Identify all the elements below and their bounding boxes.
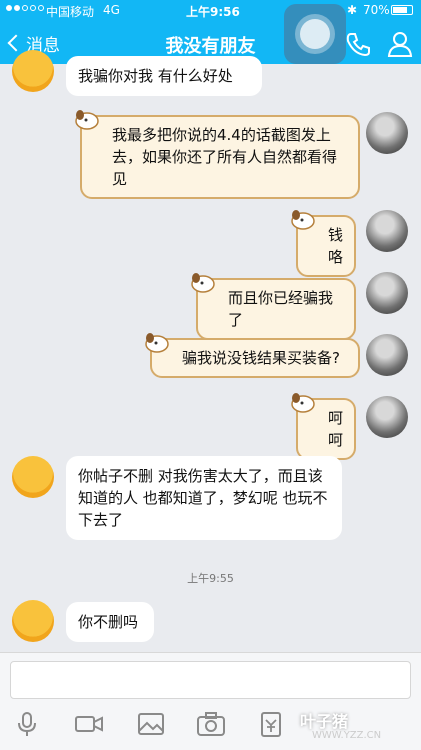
avatar[interactable]	[366, 112, 408, 154]
message-bubble[interactable]: 我最多把你说的4.4的话截图发上去，如果你还了所有人自然都看得见	[75, 110, 360, 199]
message-bubble[interactable]: 你不删吗	[66, 602, 154, 642]
dog-sticker-icon	[291, 393, 315, 413]
avatar[interactable]	[12, 50, 54, 92]
message-text: 而且你已经骗我了	[228, 289, 334, 329]
avatar[interactable]	[12, 456, 54, 498]
message-bubble[interactable]: 钱咯	[291, 210, 356, 277]
message-text: 骗我说没钱结果买装备?	[182, 349, 340, 367]
microphone-icon[interactable]	[12, 711, 42, 737]
phone-icon[interactable]	[344, 30, 372, 58]
camera-icon[interactable]	[196, 711, 226, 737]
message-bubble[interactable]: 骗我说没钱结果买装备?	[145, 333, 360, 378]
dog-sticker-icon	[145, 333, 169, 353]
avatar[interactable]	[366, 396, 408, 438]
message-bubble[interactable]: 而且你已经骗我了	[191, 273, 356, 340]
network-label: 4G	[103, 3, 120, 17]
carrier-label: 中国移动	[46, 5, 95, 19]
message-text: 钱咯	[328, 226, 344, 266]
avatar[interactable]	[366, 210, 408, 252]
user-profile-icon[interactable]	[386, 30, 414, 58]
status-time: 上午9:56	[186, 5, 240, 19]
status-bar: 中国移动 4G 上午9:56 ✱ 70%	[0, 0, 421, 22]
red-packet-icon[interactable]	[256, 711, 286, 737]
image-icon[interactable]	[136, 711, 166, 737]
dog-sticker-icon	[75, 110, 99, 130]
video-call-icon[interactable]	[74, 711, 104, 737]
message-text: 呵呵	[328, 409, 344, 449]
message-bubble[interactable]: 你帖子不删 对我伤害太大了，而且该知道的人 也都知道了，梦幻呢 也玩不下去了	[66, 456, 342, 540]
signal-icon	[6, 5, 44, 11]
battery-percent: 70%	[363, 3, 390, 17]
navigation-bar: 中国移动 4G 上午9:56 ✱ 70% 消息 我没有朋友	[0, 0, 421, 64]
watermark-url: WWW.YZZ.CN	[312, 730, 382, 741]
dog-sticker-icon	[191, 273, 215, 293]
assistive-touch-button[interactable]	[284, 4, 346, 64]
message-text: 我最多把你说的4.4的话截图发上去，如果你还了所有人自然都看得见	[112, 126, 338, 188]
message-bubble[interactable]: 呵呵	[291, 393, 356, 460]
avatar[interactable]	[366, 272, 408, 314]
avatar[interactable]	[366, 334, 408, 376]
message-bubble[interactable]: 我骗你对我 有什么好处	[66, 56, 262, 96]
message-input[interactable]	[10, 661, 411, 699]
bluetooth-icon: ✱	[347, 3, 358, 17]
battery-icon	[391, 5, 413, 15]
message-timestamp: 上午9:55	[187, 572, 234, 585]
watermark-logo: 叶子猪	[300, 712, 349, 731]
avatar[interactable]	[12, 600, 54, 642]
dog-sticker-icon	[291, 210, 315, 230]
